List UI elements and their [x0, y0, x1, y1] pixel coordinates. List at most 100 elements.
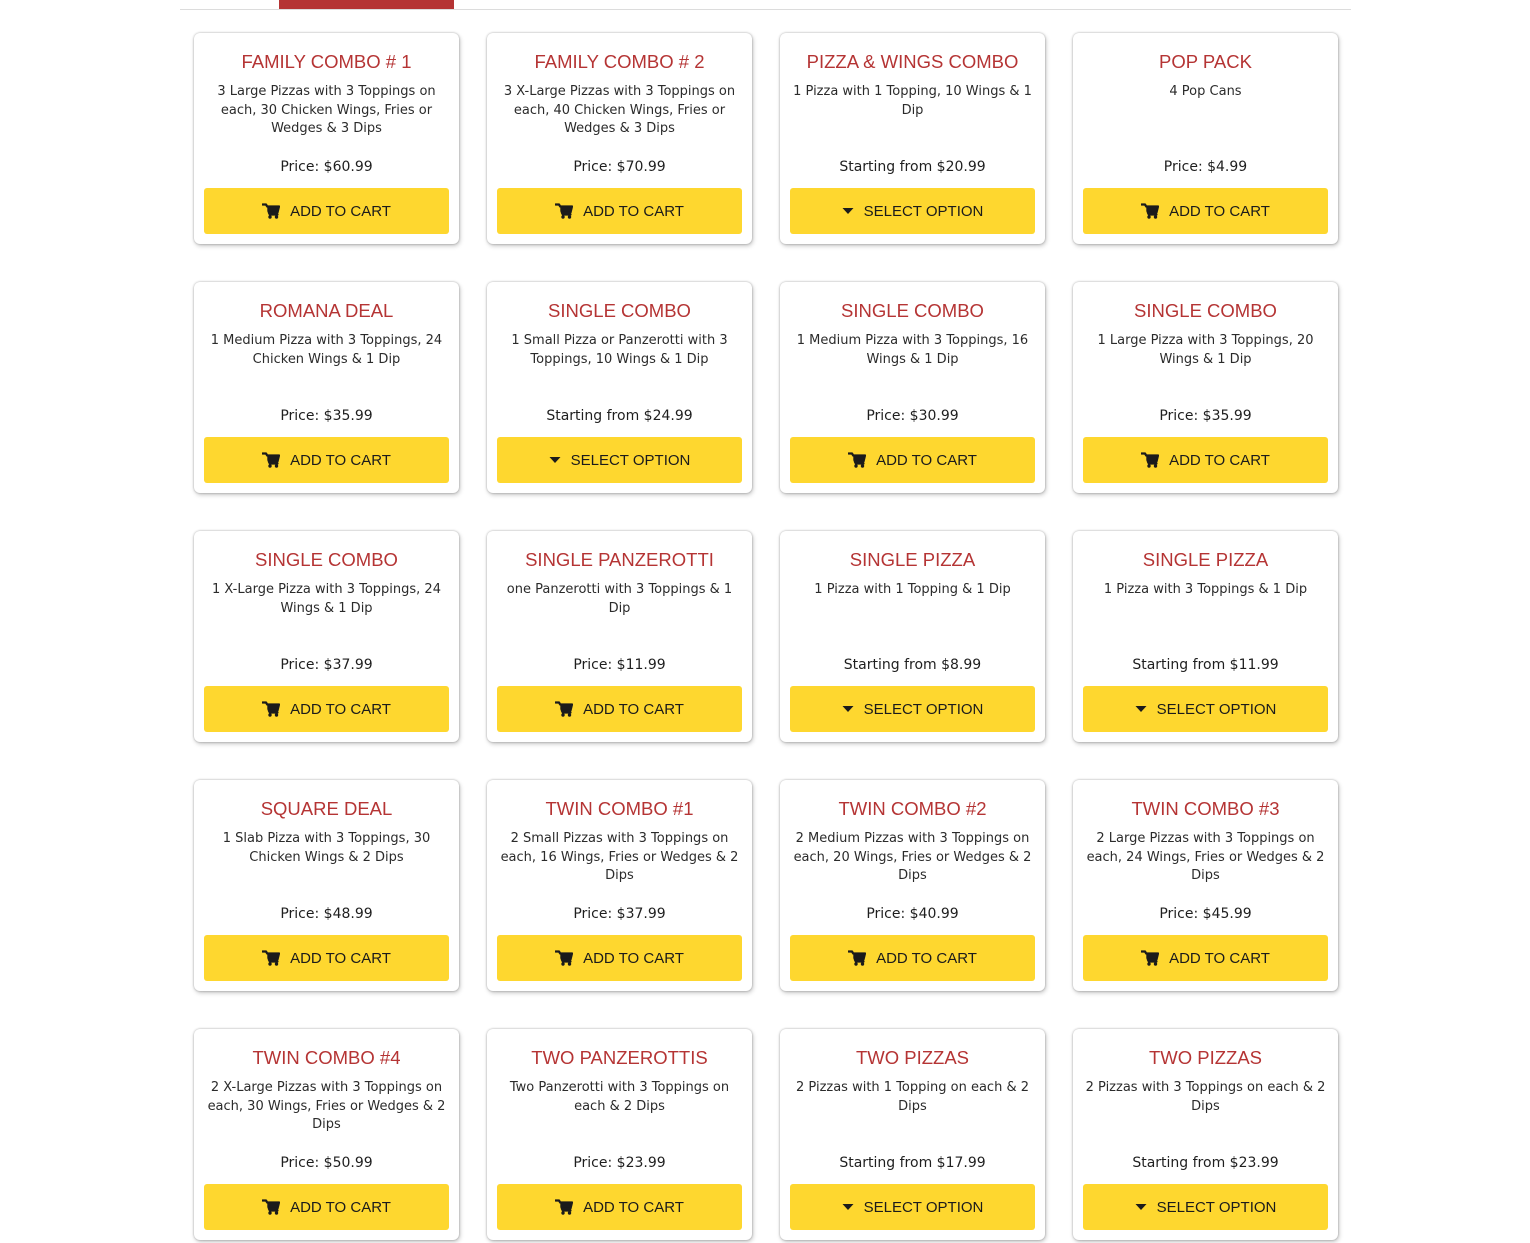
product-card: PIZZA & WINGS COMBO 1 Pizza with 1 Toppin…: [780, 33, 1045, 244]
product-card: SINGLE PIZZA 1 Pizza with 1 Topping & 1 D…: [780, 531, 1045, 742]
product-card: SINGLE PANZEROTTI one Panzerotti with 3 T…: [487, 531, 752, 742]
product-card: SINGLE COMBO 1 Medium Pizza with 3 Toppin…: [780, 282, 1045, 493]
button-label: ADD TO CART: [1169, 451, 1270, 469]
caret-down-icon: [549, 456, 561, 464]
product-description: 1 Pizza with 3 Toppings & 1 Dip: [1103, 582, 1308, 597]
product-card: FAMILY COMBO # 2 3 X-Large Pizzas with 3 …: [487, 33, 752, 244]
product-card: TWO PIZZAS 2 Pizzas with 1 Topping on eac…: [780, 1029, 1045, 1240]
add-to-cart-button[interactable]: ADD TO CART: [204, 188, 449, 234]
product-title[interactable]: SINGLE COMBO: [487, 300, 752, 322]
add-to-cart-button[interactable]: ADD TO CART: [204, 935, 449, 981]
product-title[interactable]: SINGLE PIZZA: [1073, 549, 1338, 571]
add-to-cart-button[interactable]: ADD TO CART: [497, 686, 742, 732]
select-option-button[interactable]: SELECT OPTION: [790, 686, 1035, 732]
product-title[interactable]: FAMILY COMBO # 2: [487, 51, 752, 73]
product-title[interactable]: SINGLE COMBO: [1073, 300, 1338, 322]
cart-icon: [555, 701, 574, 717]
product-title[interactable]: TWIN COMBO #2: [780, 798, 1045, 820]
add-to-cart-button[interactable]: ADD TO CART: [497, 1184, 742, 1230]
product-title[interactable]: ROMANA DEAL: [194, 300, 459, 322]
product-description: 3 Large Pizzas with 3 Toppings on each, …: [217, 84, 436, 136]
product-price: Price: $35.99: [1159, 408, 1252, 424]
caret-down-icon: [1135, 1203, 1147, 1211]
product-title[interactable]: POP PACK: [1073, 51, 1338, 73]
product-title[interactable]: SINGLE PIZZA: [780, 549, 1045, 571]
product-grid: FAMILY COMBO # 1 3 Large Pizzas with 3 To…: [194, 33, 1338, 1240]
product-title[interactable]: TWO PIZZAS: [1073, 1047, 1338, 1069]
product-title[interactable]: SINGLE COMBO: [194, 549, 459, 571]
product-price: Price: $35.99: [280, 408, 373, 424]
product-title[interactable]: TWO PIZZAS: [780, 1047, 1045, 1069]
cart-icon: [848, 452, 867, 468]
product-title[interactable]: TWIN COMBO #1: [487, 798, 752, 820]
product-description: 3 X-Large Pizzas with 3 Toppings on each…: [503, 84, 736, 136]
add-to-cart-button[interactable]: ADD TO CART: [790, 437, 1035, 483]
cart-icon: [262, 1199, 281, 1215]
product-price: Price: $11.99: [573, 657, 666, 673]
product-price: Starting from $17.99: [839, 1155, 986, 1171]
button-label: SELECT OPTION: [863, 202, 984, 220]
button-label: ADD TO CART: [583, 949, 684, 967]
button-label: ADD TO CART: [1169, 949, 1270, 967]
cart-icon: [1141, 950, 1160, 966]
product-card: POP PACK 4 Pop Cans Price: $4.99 ADD TO CAR…: [1073, 33, 1338, 244]
button-label: ADD TO CART: [583, 202, 684, 220]
product-description: 2 Small Pizzas with 3 Toppings on each, …: [500, 831, 739, 883]
add-to-cart-button[interactable]: ADD TO CART: [1083, 188, 1328, 234]
button-label: ADD TO CART: [876, 451, 977, 469]
cart-icon: [262, 701, 281, 717]
add-to-cart-button[interactable]: ADD TO CART: [497, 188, 742, 234]
button-label: ADD TO CART: [876, 949, 977, 967]
product-description: one Panzerotti with 3 Toppings & 1 Dip: [506, 582, 733, 616]
select-option-button[interactable]: SELECT OPTION: [1083, 686, 1328, 732]
button-label: SELECT OPTION: [863, 1198, 984, 1216]
product-price: Price: $45.99: [1159, 906, 1252, 922]
cart-icon: [555, 950, 574, 966]
button-label: ADD TO CART: [583, 1198, 684, 1216]
cart-icon: [262, 203, 281, 219]
button-label: ADD TO CART: [290, 949, 391, 967]
cart-icon: [1141, 203, 1160, 219]
product-card: TWO PANZEROTTIS Two Panzerotti with 3 Top…: [487, 1029, 752, 1240]
product-description: 2 Pizzas with 1 Topping on each & 2 Dips: [796, 1080, 1029, 1114]
button-label: ADD TO CART: [1169, 202, 1270, 220]
product-card: TWIN COMBO #3 2 Large Pizzas with 3 Toppi…: [1073, 780, 1338, 991]
add-to-cart-button[interactable]: ADD TO CART: [790, 935, 1035, 981]
product-title[interactable]: SINGLE PANZEROTTI: [487, 549, 752, 571]
add-to-cart-button[interactable]: ADD TO CART: [1083, 437, 1328, 483]
product-price: Price: $23.99: [573, 1155, 666, 1171]
active-tab-indicator[interactable]: [279, 0, 454, 9]
select-option-button[interactable]: SELECT OPTION: [1083, 1184, 1328, 1230]
cart-icon: [848, 950, 867, 966]
add-to-cart-button[interactable]: ADD TO CART: [1083, 935, 1328, 981]
cart-icon: [555, 1199, 574, 1215]
product-title[interactable]: SQUARE DEAL: [194, 798, 459, 820]
product-title[interactable]: FAMILY COMBO # 1: [194, 51, 459, 73]
product-title[interactable]: TWO PANZEROTTIS: [487, 1047, 752, 1069]
product-price: Price: $48.99: [280, 906, 373, 922]
add-to-cart-button[interactable]: ADD TO CART: [204, 1184, 449, 1230]
product-card: TWIN COMBO #1 2 Small Pizzas with 3 Toppi…: [487, 780, 752, 991]
product-price: Starting from $23.99: [1132, 1155, 1279, 1171]
product-title[interactable]: TWIN COMBO #4: [194, 1047, 459, 1069]
cart-icon: [262, 452, 281, 468]
caret-down-icon: [842, 1203, 854, 1211]
button-label: ADD TO CART: [290, 451, 391, 469]
product-description: 1 Small Pizza or Panzerotti with 3 Toppi…: [511, 333, 728, 367]
select-option-button[interactable]: SELECT OPTION: [790, 188, 1035, 234]
product-description: 2 Medium Pizzas with 3 Toppings on each,…: [793, 831, 1032, 883]
caret-down-icon: [1135, 705, 1147, 713]
product-description: 2 Large Pizzas with 3 Toppings on each, …: [1086, 831, 1325, 883]
product-title[interactable]: TWIN COMBO #3: [1073, 798, 1338, 820]
button-label: SELECT OPTION: [570, 451, 691, 469]
cart-icon: [555, 203, 574, 219]
product-price: Starting from $11.99: [1132, 657, 1279, 673]
add-to-cart-button[interactable]: ADD TO CART: [204, 437, 449, 483]
add-to-cart-button[interactable]: ADD TO CART: [204, 686, 449, 732]
add-to-cart-button[interactable]: ADD TO CART: [497, 935, 742, 981]
select-option-button[interactable]: SELECT OPTION: [790, 1184, 1035, 1230]
product-price: Price: $40.99: [866, 906, 959, 922]
product-title[interactable]: PIZZA & WINGS COMBO: [780, 51, 1045, 73]
select-option-button[interactable]: SELECT OPTION: [497, 437, 742, 483]
product-title[interactable]: SINGLE COMBO: [780, 300, 1045, 322]
